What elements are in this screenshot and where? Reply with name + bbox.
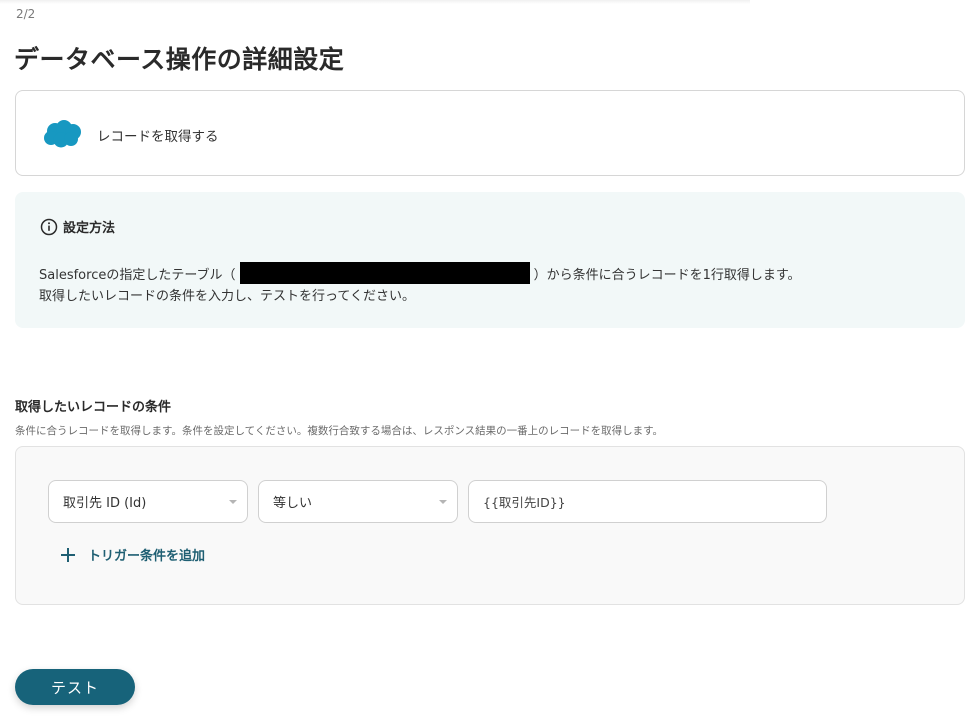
chevron-down-icon (439, 500, 447, 504)
info-circle-icon (40, 218, 58, 235)
test-button[interactable]: テスト (15, 669, 135, 705)
info-title: 設定方法 (63, 221, 116, 236)
info-line-1-suffix: ）から条件に合うレコードを1行取得します。 (533, 267, 801, 283)
conditions-title: 取得したいレコードの条件 (15, 400, 172, 415)
field-select-value: 取引先 ID (Id) (63, 496, 147, 511)
plus-icon (61, 547, 75, 562)
add-trigger-condition-label: トリガー条件を追加 (88, 549, 206, 564)
setup-info-box: 設定方法 Salesforceの指定したテーブル（ ）から条件に合うレコードを1… (15, 192, 965, 328)
action-label: レコードを取得する (97, 129, 219, 145)
chevron-down-icon (229, 500, 237, 504)
conditions-box: 取引先 ID (Id) 等しい トリガー条件を追加 (15, 446, 965, 605)
operator-select[interactable]: 等しい (258, 480, 458, 523)
conditions-description: 条件に合うレコードを取得します。条件を設定してください。複数行合致する場合は、レ… (15, 425, 664, 437)
operator-select-value: 等しい (273, 496, 313, 511)
step-indicator: 2/2 (16, 7, 36, 21)
redacted-table-name (239, 262, 530, 284)
add-trigger-condition-button[interactable]: トリガー条件を追加 (60, 545, 205, 564)
app-action-card: レコードを取得する (15, 90, 965, 176)
page-title: データベース操作の詳細設定 (14, 45, 345, 74)
field-select[interactable]: 取引先 ID (Id) (48, 480, 248, 523)
info-line-2: 取得したいレコードの条件を入力し、テストを行ってください。 (39, 289, 415, 304)
salesforce-cloud-icon (44, 120, 81, 148)
top-shadow (0, 0, 750, 4)
condition-value-input[interactable] (468, 480, 827, 523)
info-line-1: Salesforceの指定したテーブル（ ）から条件に合うレコードを1行取得しま… (39, 262, 801, 284)
info-line-1-prefix: Salesforceの指定したテーブル（ (39, 267, 236, 283)
info-header: 設定方法 (40, 217, 115, 236)
